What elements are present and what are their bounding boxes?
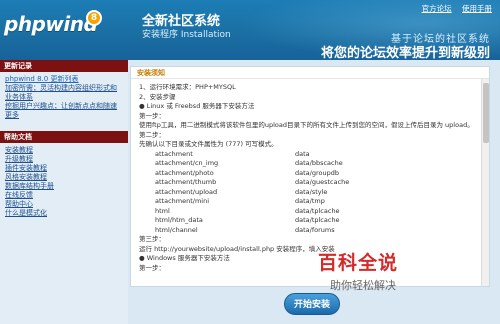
text-line: ● Linux 或 Freebsd 服务器下安装方法 [139, 102, 255, 110]
dir-item: data/tmp [295, 197, 325, 205]
update-link[interactable]: phpwind 8.0 更新列表 [5, 75, 123, 84]
text-line: 先确认以下目录或文件属性为 (777) 可写模式。 [139, 140, 278, 148]
dir-item: html/htm_data [155, 216, 203, 224]
dir-item: attachment/upload [155, 187, 218, 196]
help-link[interactable]: 安装教程 [5, 146, 123, 155]
header: phpwind 8 全新社区系统 安装程序 Installation 官方论坛 … [0, 0, 500, 61]
dir-item: html [155, 206, 170, 215]
top-links: 官方论坛 使用手册 [414, 3, 492, 14]
dir-item: attachment/thumb [155, 178, 217, 186]
dir-item: data/bbscache [295, 159, 343, 167]
text-line: 使用ftp工具，用二进制模式将该软件包里的upload目录下的所有文件上传到您的… [139, 121, 474, 129]
text-line: 第三步： [139, 235, 165, 243]
dir-item: attachment/cn_img [155, 159, 219, 167]
slogan-line2: 将您的论坛效率提升到新级别 [320, 46, 490, 61]
dir-item: data/forums [295, 225, 335, 234]
help-link[interactable]: 升级教程 [5, 155, 123, 164]
dir-item: data/guestcache [295, 178, 350, 186]
text-line: 2、安装步骤 [139, 92, 176, 101]
update-link[interactable]: 挖掘用户兴趣点；让创新点点和随速更多 [5, 102, 123, 120]
updates-list: phpwind 8.0 更新列表 加密所需；灵活构建内容组织形式和业务体系 挖掘… [0, 72, 128, 123]
dir-item: data [295, 149, 310, 158]
text-line: 1、运行环境需求：PHP+MYSQL [139, 83, 236, 91]
user-manual-link[interactable]: 使用手册 [462, 4, 492, 13]
updates-heading: 更新记录 [0, 60, 128, 72]
dir-item: attachment/mini [155, 197, 210, 205]
dir-item: data/tplcache [295, 216, 340, 224]
official-forum-link[interactable]: 官方论坛 [422, 4, 452, 13]
directory-list: attachment data attachment/cn_img data/b… [155, 150, 481, 236]
help-link[interactable]: 什么是模式化 [5, 209, 123, 218]
scrollbar-thumb[interactable] [483, 83, 489, 143]
help-link[interactable]: 数据库结构手册 [5, 182, 123, 191]
panel-title: 安装须知 [131, 67, 489, 79]
watermark-main: 百科全说 [318, 252, 399, 274]
watermark: 百科全说 助你轻松解决 [318, 248, 498, 300]
version-badge: 8 [86, 10, 102, 26]
text-line: 第一步： [139, 111, 165, 120]
help-link[interactable]: 风格安装教程 [5, 173, 123, 182]
help-list: 安装教程 升级教程 插件安装教程 风格安装教程 数据库结构手册 在线反馈 帮助中… [0, 143, 128, 221]
text-line: 第二步： [139, 130, 165, 139]
dir-item: data/style [295, 187, 328, 196]
update-link[interactable]: 加密所需；灵活构建内容组织形式和业务体系 [5, 84, 123, 102]
help-heading: 帮助文档 [0, 131, 128, 143]
logo-text: phpwind [4, 12, 98, 36]
dir-item: data/tplcache [295, 206, 340, 215]
watermark-sub: 助你轻松解决 [330, 279, 396, 292]
help-link[interactable]: 帮助中心 [5, 200, 123, 209]
help-link[interactable]: 在线反馈 [5, 191, 123, 200]
dir-item: data/groupdb [295, 168, 339, 177]
system-subtitle: 安装程序 Installation [142, 30, 231, 40]
help-link[interactable]: 插件安装教程 [5, 164, 123, 173]
sidebar: 更新记录 phpwind 8.0 更新列表 加密所需；灵活构建内容组织形式和业务… [0, 60, 128, 324]
dir-item: html/channel [155, 225, 198, 234]
dir-item: attachment [155, 149, 193, 158]
logo[interactable]: phpwind 8 [4, 8, 102, 38]
dir-item: attachment/photo [155, 168, 214, 177]
